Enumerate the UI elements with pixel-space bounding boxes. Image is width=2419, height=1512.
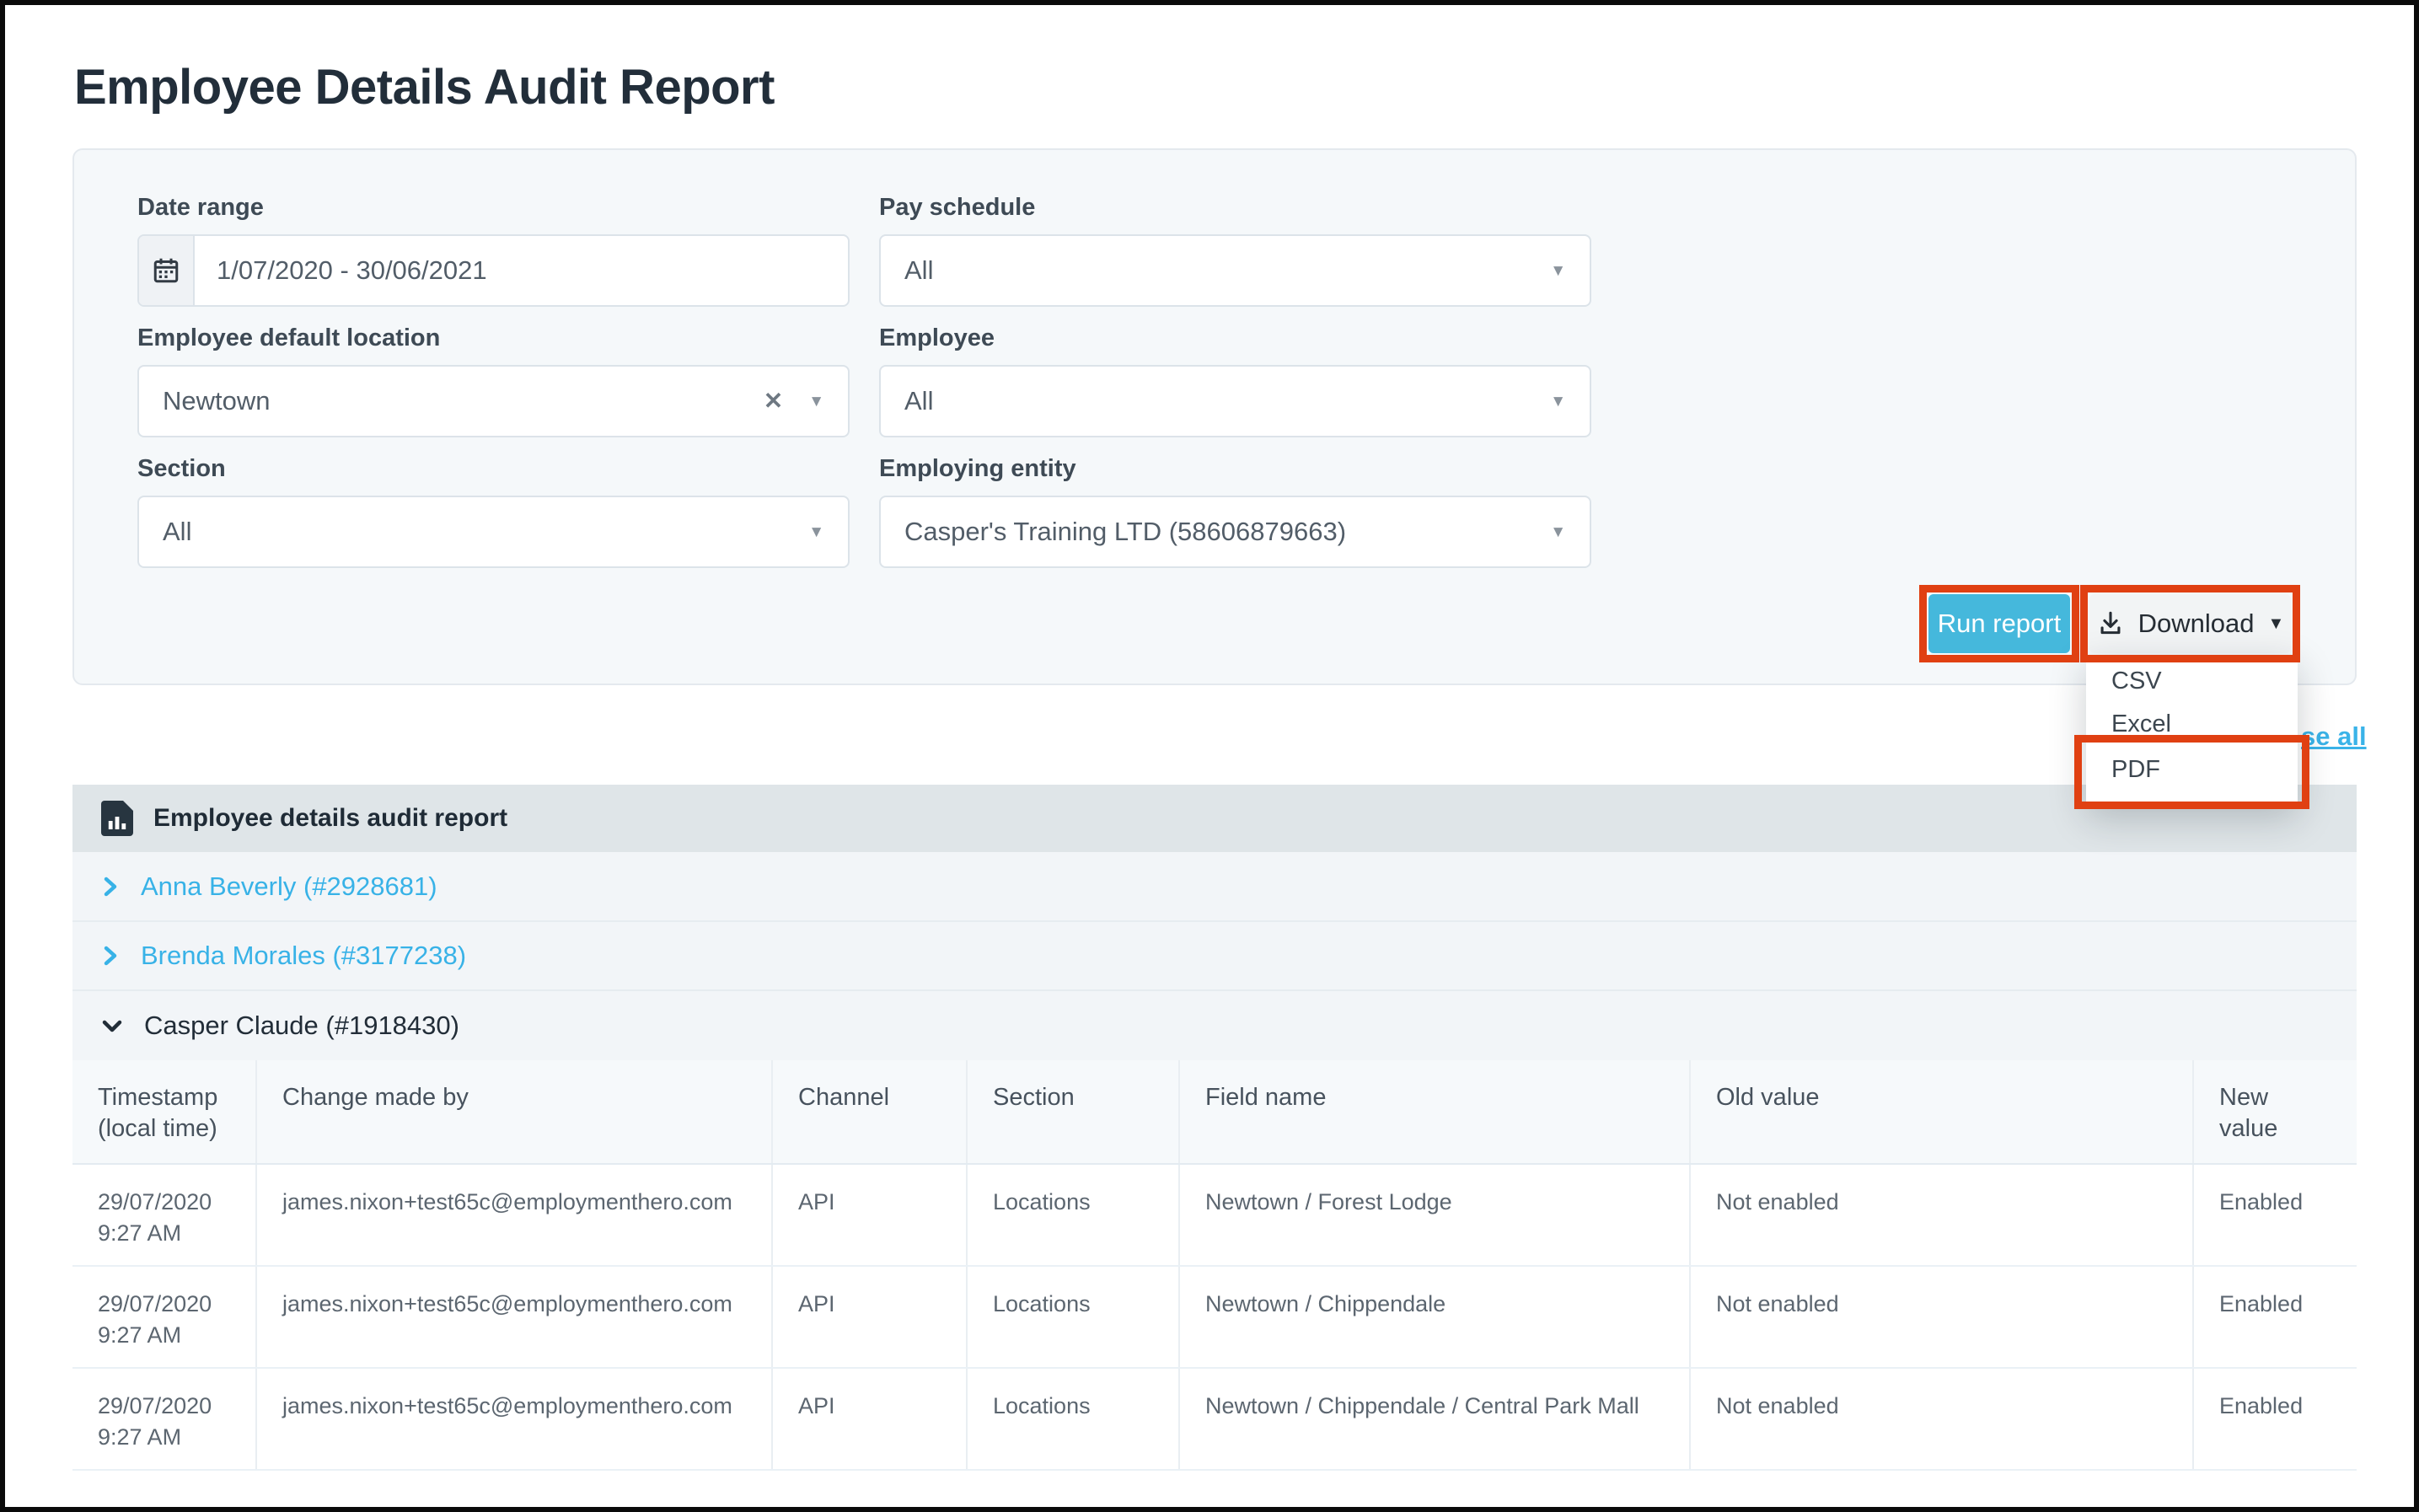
cell-timestamp: 29/07/2020 9:27 AM <box>72 1165 257 1265</box>
employing-entity-select[interactable]: Casper's Training LTD (58606879663) ▼ <box>879 496 1591 568</box>
run-report-button[interactable]: Run report <box>1928 594 2070 653</box>
default-location-value: Newtown <box>163 386 271 416</box>
table-header-row: Timestamp (local time) Change made by Ch… <box>72 1060 2357 1165</box>
cell-section: Locations <box>968 1165 1180 1265</box>
download-button[interactable]: Download ▼ <box>2089 594 2291 653</box>
audit-table: Timestamp (local time) Change made by Ch… <box>72 1060 2357 1471</box>
screenshot-frame: Employee Details Audit Report Date range <box>0 0 2419 1512</box>
cell-change-made-by: james.nixon+test65c@employmenthero.com <box>257 1267 773 1367</box>
col-header-field-name: Field name <box>1180 1060 1691 1163</box>
pay-schedule-value: All <box>904 255 933 286</box>
menu-item-csv[interactable]: CSV <box>2086 660 2298 702</box>
page-title: Employee Details Audit Report <box>74 59 775 115</box>
col-header-change-made-by: Change made by <box>257 1060 773 1163</box>
group-row-brenda-morales[interactable]: Brenda Morales (#3177238) <box>72 920 2357 989</box>
col-header-timestamp: Timestamp (local time) <box>72 1060 257 1163</box>
cell-old-value: Not enabled <box>1691 1369 2194 1469</box>
employing-entity-label: Employing entity <box>879 455 1076 483</box>
report-bar-title: Employee details audit report <box>153 804 507 833</box>
group-name: Anna Beverly (#2928681) <box>141 871 437 902</box>
group-row-anna-beverly[interactable]: Anna Beverly (#2928681) <box>72 852 2357 920</box>
chevron-down-icon: ▼ <box>1550 524 1566 540</box>
employee-select[interactable]: All ▼ <box>879 365 1591 437</box>
cell-new-value: Enabled <box>2194 1369 2357 1469</box>
date-range-label: Date range <box>137 194 264 222</box>
table-row: 29/07/2020 9:27 AM james.nixon+test65c@e… <box>72 1369 2357 1471</box>
cell-channel: API <box>773 1267 968 1367</box>
section-value: All <box>163 517 191 547</box>
pay-schedule-select[interactable]: All ▼ <box>879 234 1591 307</box>
chevron-down-icon: ▼ <box>1550 394 1566 410</box>
cell-timestamp: 29/07/2020 9:27 AM <box>72 1267 257 1367</box>
employee-value: All <box>904 386 933 416</box>
menu-item-pdf[interactable]: PDF <box>2086 746 2298 807</box>
calendar-prefix <box>139 236 195 305</box>
cell-new-value: Enabled <box>2194 1165 2357 1265</box>
chevron-down-icon: ▼ <box>808 394 824 410</box>
cell-field-name: Newtown / Chippendale / Central Park Mal… <box>1180 1369 1691 1469</box>
cell-section: Locations <box>968 1267 1180 1367</box>
table-row: 29/07/2020 9:27 AM james.nixon+test65c@e… <box>72 1267 2357 1369</box>
table-row: 29/07/2020 9:27 AM james.nixon+test65c@e… <box>72 1165 2357 1267</box>
cell-change-made-by: james.nixon+test65c@employmenthero.com <box>257 1165 773 1265</box>
col-header-section: Section <box>968 1060 1180 1163</box>
download-icon <box>2096 609 2125 638</box>
clear-icon[interactable]: ✕ <box>764 389 783 413</box>
date-range-value: 1/07/2020 - 30/06/2021 <box>195 255 487 286</box>
group-name: Brenda Morales (#3177238) <box>141 941 466 971</box>
chevron-down-icon: ▼ <box>1550 263 1566 279</box>
group-row-casper-claude[interactable]: Casper Claude (#1918430) <box>72 989 2357 1060</box>
download-button-label: Download <box>2138 609 2255 639</box>
col-header-channel: Channel <box>773 1060 968 1163</box>
cell-channel: API <box>773 1165 968 1265</box>
menu-item-excel[interactable]: Excel <box>2086 702 2298 746</box>
cell-section: Locations <box>968 1369 1180 1469</box>
col-header-new-value: New value <box>2194 1060 2357 1163</box>
default-location-label: Employee default location <box>137 324 440 352</box>
cell-field-name: Newtown / Chippendale <box>1180 1267 1691 1367</box>
cell-new-value: Enabled <box>2194 1267 2357 1367</box>
section-select[interactable]: All ▼ <box>137 496 850 568</box>
group-name: Casper Claude (#1918430) <box>144 1011 459 1041</box>
pay-schedule-label: Pay schedule <box>879 194 1035 222</box>
download-menu: CSV Excel PDF <box>2086 655 2298 807</box>
chevron-down-icon: ▼ <box>808 524 824 540</box>
employing-entity-value: Casper's Training LTD (58606879663) <box>904 517 1346 547</box>
cell-old-value: Not enabled <box>1691 1267 2194 1367</box>
chevron-right-icon <box>100 875 121 898</box>
collapse-all-link[interactable]: se all <box>2301 721 2367 752</box>
default-location-select[interactable]: Newtown ✕ ▼ <box>137 365 850 437</box>
section-label: Section <box>137 455 226 483</box>
caret-down-icon: ▼ <box>2268 615 2285 632</box>
calendar-icon <box>151 255 181 286</box>
cell-timestamp: 29/07/2020 9:27 AM <box>72 1369 257 1469</box>
cell-field-name: Newtown / Forest Lodge <box>1180 1165 1691 1265</box>
report-header-bar: Employee details audit report <box>72 785 2357 852</box>
employee-label: Employee <box>879 324 995 352</box>
chevron-right-icon <box>100 944 121 968</box>
col-header-old-value: Old value <box>1691 1060 2194 1163</box>
cell-change-made-by: james.nixon+test65c@employmenthero.com <box>257 1369 773 1469</box>
cell-channel: API <box>773 1369 968 1469</box>
chevron-down-icon <box>100 1016 124 1036</box>
cell-old-value: Not enabled <box>1691 1165 2194 1265</box>
date-range-input[interactable]: 1/07/2020 - 30/06/2021 <box>137 234 850 307</box>
report-icon <box>101 801 133 836</box>
